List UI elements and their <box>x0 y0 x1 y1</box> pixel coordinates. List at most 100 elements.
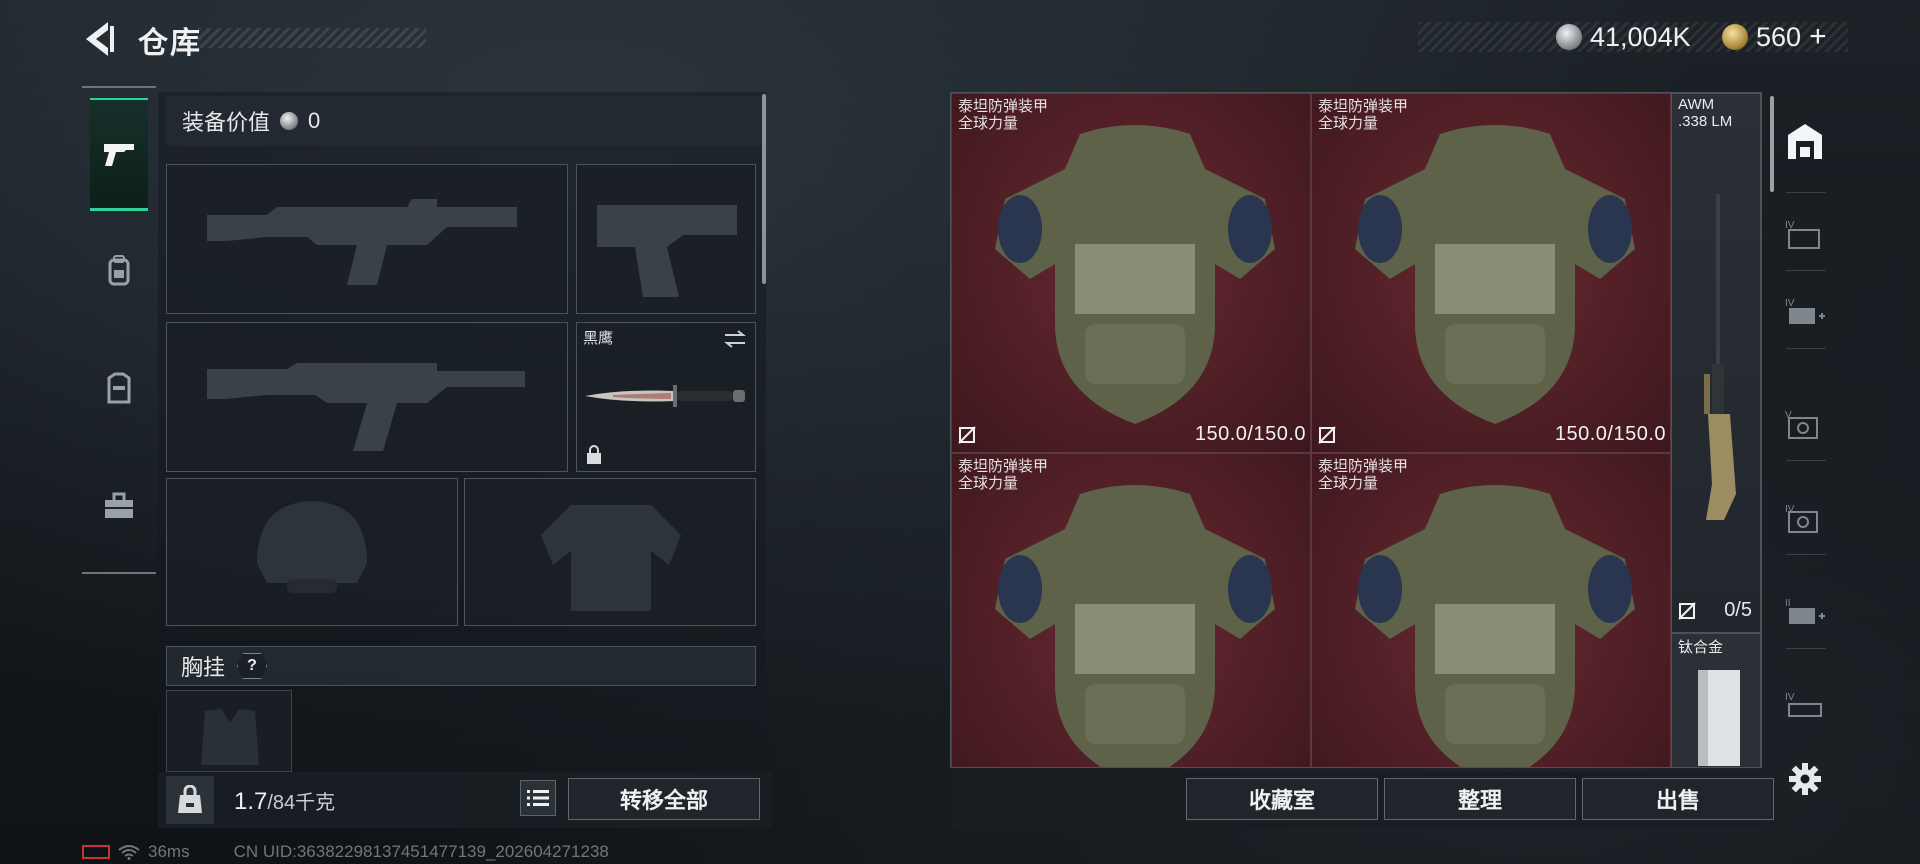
primary-weapon-slot[interactable] <box>166 164 568 314</box>
rifle-silhouette-icon <box>207 363 525 451</box>
storage-item-titanium[interactable]: 钛合金 <box>1671 633 1761 767</box>
chest-rig-slot[interactable] <box>166 690 292 772</box>
combat-knife-icon <box>585 385 745 407</box>
titan-armor-icon <box>995 485 1275 767</box>
currency-secondary-amount: 560 <box>1756 21 1802 52</box>
melee-slot[interactable]: 黑鹰 <box>576 322 756 472</box>
warehouse-icon <box>1788 124 1822 159</box>
storage-tabs-nav: IV IV V IV II IV <box>1770 92 1834 832</box>
vest-icon <box>107 372 131 404</box>
pistol-silhouette-icon <box>597 205 737 297</box>
item-name: 钛合金 <box>1678 639 1724 656</box>
silver-coin-icon <box>1556 24 1582 50</box>
item-name: AWM .338 LM <box>1678 96 1733 130</box>
warehouse-tab[interactable] <box>1782 116 1828 166</box>
silver-coin-icon <box>280 112 299 130</box>
swap-icon[interactable] <box>723 329 747 349</box>
sell-button[interactable]: 出售 <box>1582 778 1774 820</box>
uid-readout: CN UID:36382298137451477139_202604271238 <box>233 842 609 861</box>
gear-icon <box>1789 763 1821 795</box>
titan-armor-icon <box>995 125 1275 424</box>
chest-rig-label: 胸挂 <box>181 655 226 680</box>
titanium-ingot-icon <box>1698 670 1740 766</box>
title-decoration <box>198 28 426 48</box>
storage-tab-2[interactable]: IV <box>1782 214 1828 254</box>
no-repair-icon <box>1318 426 1336 444</box>
weight-readout: 1.7/84千克 <box>234 786 335 816</box>
transfer-all-button[interactable]: 转移全部 <box>568 778 760 820</box>
currency-secondary[interactable]: 560 + <box>1722 20 1827 54</box>
battery-icon <box>82 845 110 859</box>
nav-weapons[interactable] <box>90 98 148 211</box>
storage-tab-7[interactable]: IV <box>1782 686 1828 726</box>
svg-text:II: II <box>1785 598 1791 609</box>
body-armor-silhouette-icon <box>541 505 681 611</box>
storage-tab-4[interactable]: V <box>1782 404 1828 444</box>
helmet-slot[interactable] <box>166 478 458 626</box>
equipment-value-label: 装备价值 <box>182 110 271 135</box>
svg-text:IV: IV <box>1785 298 1795 309</box>
gold-coin-icon <box>1722 24 1748 50</box>
no-repair-icon <box>1678 602 1696 620</box>
item-durability: 150.0/150.0 <box>1554 423 1666 445</box>
lock-icon <box>587 445 601 464</box>
wifi-icon <box>118 845 140 860</box>
titan-armor-icon <box>1355 485 1635 767</box>
equipment-value-amount: 0 <box>308 108 321 133</box>
equipment-value-bar: 装备价值 0 <box>166 96 762 146</box>
storage-item-armor[interactable]: 泰坦防弹装甲 全球力量 150.0/150.0 <box>1311 93 1671 453</box>
storage-tab-5[interactable]: IV <box>1782 498 1828 538</box>
briefcase-icon <box>105 492 133 518</box>
ammo-count: 0/5 <box>1724 599 1752 621</box>
add-storage-icon: IV <box>1785 298 1825 324</box>
kettlebell-icon <box>178 785 202 813</box>
storage-grid: 泰坦防弹装甲 全球力量 150.0/150.0 泰坦防弹装甲 全球力量 150.0/… <box>950 92 1762 768</box>
ping-readout: 36ms <box>148 842 190 861</box>
settings-button[interactable] <box>1782 756 1828 802</box>
secondary-weapon-slot[interactable] <box>166 322 568 472</box>
currency-primary: 41,004K <box>1556 20 1691 54</box>
safe-icon: V <box>1785 410 1818 439</box>
storage-item-armor[interactable]: 泰坦防弹装甲 全球力量 <box>1311 453 1671 767</box>
storage-tab-6[interactable]: II <box>1782 592 1828 632</box>
item-durability: 150.0/150.0 <box>1194 423 1306 445</box>
add-case-icon: II <box>1785 598 1825 624</box>
svg-text:IV: IV <box>1785 692 1795 703</box>
weight-max: /84千克 <box>267 792 336 814</box>
page-title: 仓库 <box>138 27 202 60</box>
nav-backpack[interactable] <box>90 216 148 324</box>
storage-item-armor[interactable]: 泰坦防弹装甲 全球力量 150.0/150.0 <box>951 93 1311 453</box>
nav-vest[interactable] <box>90 334 148 442</box>
titan-armor-icon <box>1355 125 1635 424</box>
list-icon <box>527 790 549 806</box>
weight-current: 1.7 <box>234 788 268 815</box>
currency-primary-amount: 41,004K <box>1590 21 1691 52</box>
storage-item-armor[interactable]: 泰坦防弹装甲 全球力量 <box>951 453 1311 767</box>
nav-case[interactable] <box>90 452 148 560</box>
chevron-left-icon <box>86 22 114 56</box>
back-button[interactable] <box>82 20 116 58</box>
armor-slot[interactable] <box>464 478 756 626</box>
loadout-scrollbar[interactable] <box>762 94 766 284</box>
storage-tab-3[interactable]: IV <box>1782 292 1828 332</box>
weight-icon <box>166 776 214 824</box>
helmet-silhouette-icon <box>257 501 367 593</box>
help-button[interactable]: ? <box>237 653 268 679</box>
no-repair-icon <box>958 426 976 444</box>
pistol-slot[interactable] <box>576 164 756 314</box>
pistol-icon <box>104 144 134 166</box>
organize-button[interactable]: 整理 <box>1384 778 1576 820</box>
backpack-icon <box>108 255 130 286</box>
rifle-case-icon: IV <box>1785 692 1822 717</box>
storage-item-awm[interactable]: AWM .338 LM 0/5 <box>1671 93 1761 633</box>
add-currency-button[interactable]: + <box>1809 20 1827 54</box>
chest-rig-header: 胸挂 ? <box>166 646 756 686</box>
storage-scrollbar[interactable] <box>1770 96 1774 192</box>
melee-item-name: 黑鹰 <box>583 330 614 347</box>
status-bar: 36ms CN UID:36382298137451477139_2026042… <box>82 842 609 862</box>
list-view-button[interactable] <box>520 780 556 816</box>
rifle-silhouette-icon <box>207 199 517 285</box>
chest-rig-silhouette-icon <box>201 709 259 765</box>
safe-icon: IV <box>1785 504 1818 533</box>
collection-room-button[interactable]: 收藏室 <box>1186 778 1378 820</box>
